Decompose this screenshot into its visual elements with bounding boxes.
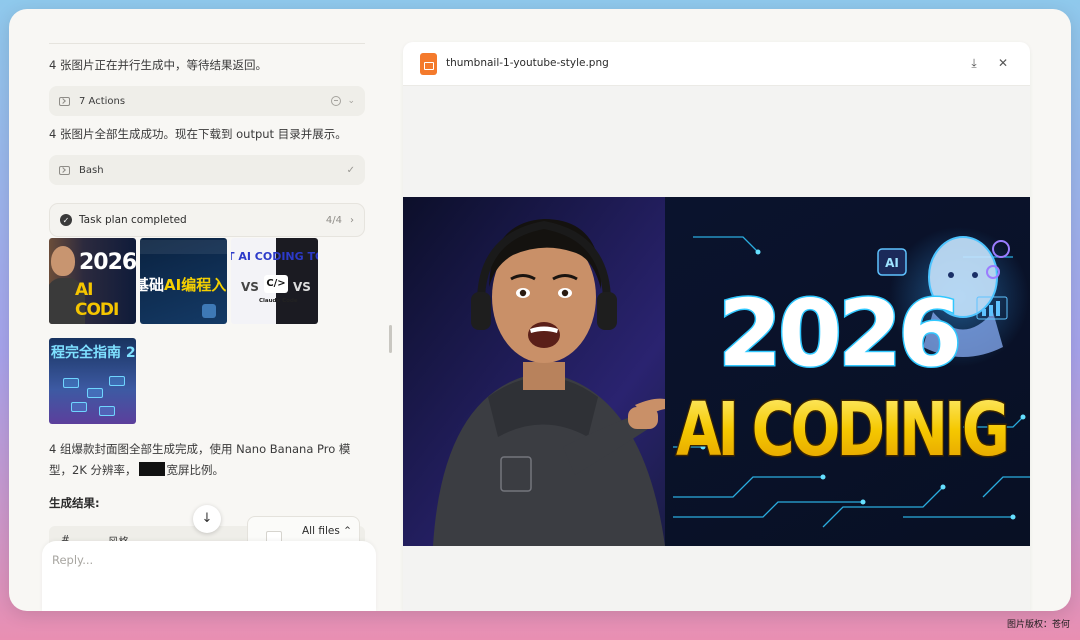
- thumbnail-4[interactable]: 程完全指南 2: [49, 338, 136, 424]
- chip-graphic: [87, 388, 103, 398]
- python-logo-icon: [202, 304, 216, 318]
- results-heading: 生成结果:: [49, 496, 100, 510]
- person-face: [51, 246, 75, 276]
- chevron-down-icon: ⌄: [347, 96, 355, 106]
- reply-input[interactable]: [52, 553, 352, 567]
- chevron-up-icon: ⌃: [343, 525, 352, 537]
- bash-card[interactable]: Bash ✓: [49, 155, 365, 185]
- thumbnail-1[interactable]: 2026 AI CODI: [49, 238, 136, 324]
- check-icon: ✓: [346, 164, 355, 176]
- thumbnail-2[interactable]: 基础AI编程入: [140, 238, 227, 324]
- divider: [49, 43, 365, 44]
- task-plan-card[interactable]: ✓ Task plan completed 4/4 ›: [49, 203, 365, 237]
- thumbnail-text: Claude Code: [259, 298, 298, 304]
- thumbnail-text: 2026: [79, 250, 136, 275]
- code-bar: [140, 240, 227, 254]
- image-file-icon: [420, 53, 437, 75]
- hero-title-main: AI CODINIG: [676, 387, 1006, 473]
- download-icon: ⤓: [971, 56, 977, 70]
- thumbnail-artwork: AI 2026 AI CODINIG: [403, 197, 1030, 546]
- assistant-message: 4 张图片全部生成成功。现在下载到 output 目录并展示。: [49, 127, 347, 141]
- all-files-label: All files ⌃: [302, 525, 352, 537]
- thumbnail-text: 程完全指南 2: [51, 345, 136, 361]
- actions-card[interactable]: 7 Actions ⌄: [49, 86, 365, 116]
- panel-resize-handle[interactable]: [389, 325, 392, 353]
- chat-panel: 4 张图片正在并行生成中，等待结果返回。 7 Actions ⌄ 4 张图片全部…: [49, 9, 365, 611]
- close-button[interactable]: ✕: [994, 54, 1012, 72]
- thumbnail-text: AI CODI: [75, 280, 119, 320]
- assistant-message: 4 组爆款封面图全部生成完成，使用 Nano Banana Pro 模型，2K …: [49, 442, 351, 477]
- chip-graphic: [63, 378, 79, 388]
- actions-label: 7 Actions: [79, 95, 126, 107]
- image-credit: 图片版权：苍何: [1006, 620, 1070, 630]
- close-icon: ✕: [997, 56, 1009, 70]
- chip-graphic: [109, 376, 125, 386]
- preview-header: thumbnail-1-youtube-style.png ⤓ ✕: [403, 42, 1030, 86]
- hero-title-year: 2026: [718, 280, 958, 387]
- arrow-down-icon: ↓: [201, 511, 213, 526]
- bash-label: Bash: [79, 164, 104, 176]
- ai-badge-text: AI: [885, 256, 899, 270]
- app-window: 4 张图片正在并行生成中，等待结果返回。 7 Actions ⌄ 4 张图片全部…: [9, 9, 1071, 611]
- chip-graphic: [99, 406, 115, 416]
- preview-image: AI 2026 AI CODINIG: [403, 197, 1030, 546]
- file-preview-panel: thumbnail-1-youtube-style.png ⤓ ✕ AI 202…: [403, 42, 1030, 611]
- file-name: thumbnail-1-youtube-style.png: [446, 57, 609, 69]
- chip-graphic: [71, 402, 87, 412]
- scroll-down-button[interactable]: ↓: [193, 505, 221, 533]
- thumbnail-text: 基础AI编程入: [140, 276, 227, 294]
- task-progress: 4/4: [325, 214, 342, 226]
- reply-box[interactable]: [42, 541, 376, 611]
- thumbnail-text: T AI CODING TOOL 2: [231, 250, 318, 263]
- task-plan-label: Task plan completed: [79, 214, 187, 226]
- assistant-message: 4 张图片正在并行生成中，等待结果返回。: [49, 58, 267, 72]
- collapse-icon: [331, 96, 342, 106]
- thumbnail-text: VS: [241, 280, 259, 294]
- code-logo-icon: C/>: [264, 275, 288, 293]
- thumbnail-3[interactable]: T AI CODING TOOL 2 VS C/> VS Claude Code: [231, 238, 318, 324]
- redaction-block: [138, 462, 165, 476]
- chevron-right-icon: ›: [350, 214, 354, 226]
- check-circle-icon: ✓: [60, 214, 72, 226]
- terminal-icon: [59, 165, 70, 175]
- terminal-icon: [59, 96, 70, 106]
- download-button[interactable]: ⤓: [965, 54, 983, 72]
- thumbnail-text: VS: [293, 280, 311, 294]
